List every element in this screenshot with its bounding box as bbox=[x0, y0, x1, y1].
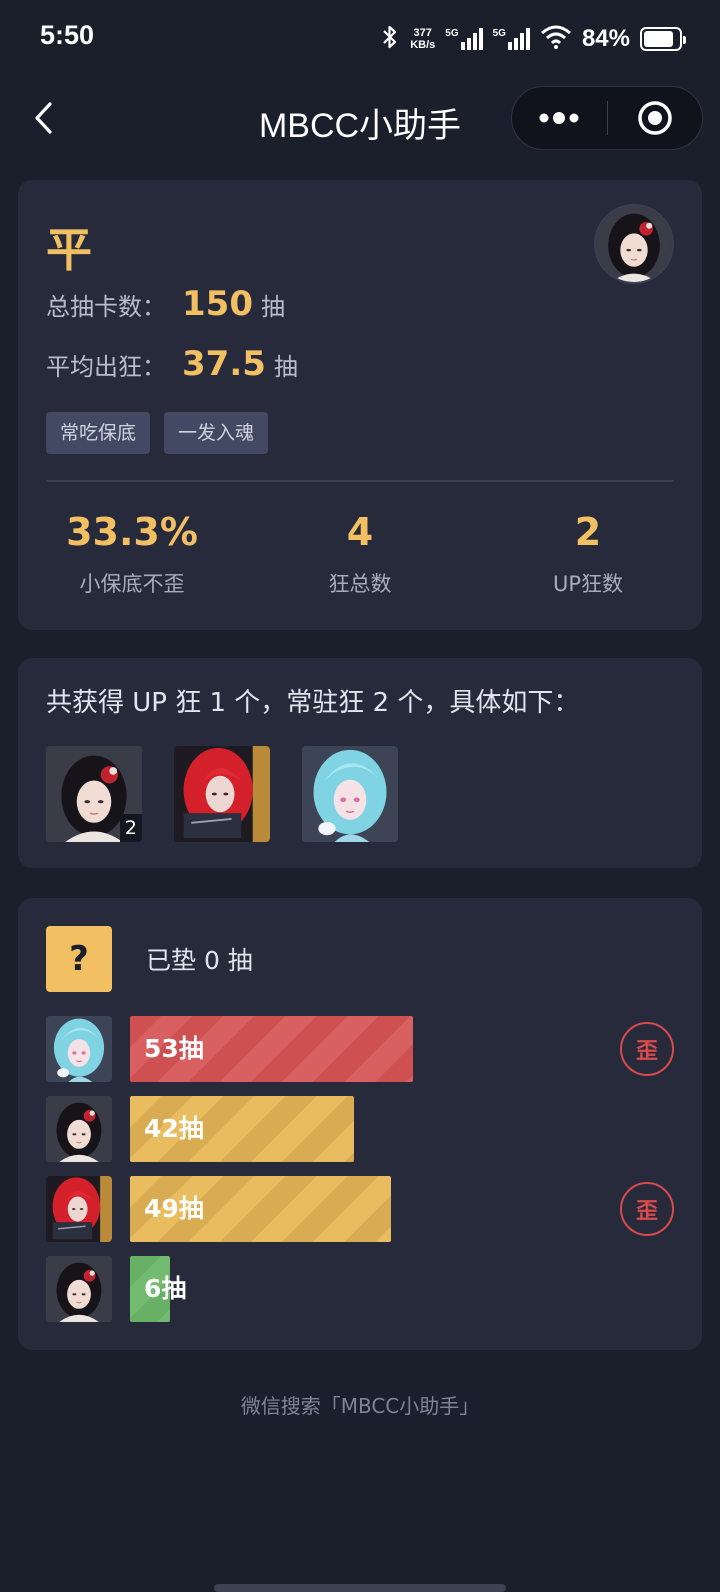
metric-label: UP狂数 bbox=[552, 572, 624, 596]
pending-pulls-text: 已垫 0 抽 bbox=[146, 946, 253, 975]
clock: 5:50 bbox=[40, 20, 95, 50]
pull-bar-label: 42抽 bbox=[144, 1114, 204, 1143]
pull-row[interactable]: 49抽 歪 bbox=[46, 1176, 674, 1242]
total-pulls-label: 总抽卡数： bbox=[46, 293, 166, 321]
character-thumb[interactable] bbox=[302, 746, 398, 842]
nav-bar: MBCC小助手 bbox=[0, 84, 720, 152]
total-pulls-row: 总抽卡数： 150 抽 bbox=[46, 284, 285, 324]
average-pulls-label: 平均出狂： bbox=[46, 353, 166, 381]
footer-hint: 微信搜索「MBCC小助手」 bbox=[240, 1394, 480, 1418]
status-icons: 377 KB/s 5G 5G 84% bbox=[380, 22, 686, 56]
character-thumb[interactable]: 2 bbox=[46, 746, 142, 842]
more-button[interactable] bbox=[512, 87, 607, 149]
pull-row[interactable]: 42抽 bbox=[46, 1096, 674, 1162]
target-circle-icon bbox=[638, 101, 672, 135]
average-pulls-unit: 抽 bbox=[273, 353, 298, 381]
portrait-image bbox=[46, 1016, 112, 1082]
metrics-row: 33.3% 小保底不歪 4 狂总数 2 UP狂数 bbox=[18, 510, 702, 598]
tag-chip: 一发入魂 bbox=[164, 412, 269, 454]
portrait-image bbox=[174, 746, 270, 842]
character-thumb[interactable] bbox=[174, 746, 270, 842]
portrait-image bbox=[46, 1176, 112, 1242]
duplicate-count-badge: 2 bbox=[119, 814, 142, 842]
battery-icon bbox=[640, 27, 686, 51]
pull-row[interactable]: 6抽 bbox=[46, 1256, 674, 1322]
character-thumbnails: 2 bbox=[46, 746, 398, 842]
average-pulls-value: 37.5 bbox=[182, 344, 266, 384]
pull-bar-label: 49抽 bbox=[144, 1194, 204, 1223]
pull-row[interactable]: 53抽 歪 bbox=[46, 1016, 674, 1082]
metric-no-off-rate: 33.3% 小保底不歪 bbox=[18, 510, 246, 598]
portrait-image bbox=[46, 1096, 112, 1162]
tag-chip: 常吃保底 bbox=[46, 412, 151, 454]
battery-percent: 84% bbox=[581, 25, 630, 52]
pull-bar-track: 42抽 bbox=[130, 1096, 610, 1162]
close-miniprogram-button[interactable] bbox=[608, 87, 703, 149]
rank-grade: 平 bbox=[46, 223, 92, 277]
metric-up-count: 2 UP狂数 bbox=[474, 510, 702, 598]
avatar[interactable] bbox=[594, 204, 674, 284]
status-bar: 5:50 377 KB/s 5G 5G 84% bbox=[0, 0, 720, 78]
metric-label: 狂总数 bbox=[328, 572, 392, 596]
miniprogram-capsule bbox=[511, 86, 703, 150]
metric-label: 小保底不歪 bbox=[79, 572, 185, 596]
pull-bar-label: 53抽 bbox=[144, 1034, 204, 1063]
network-speed: 377 KB/s bbox=[410, 27, 436, 51]
metric-value: 33.3% bbox=[66, 510, 198, 554]
tag-list: 常吃保底 一发入魂 bbox=[46, 412, 269, 454]
obtained-summary: 共获得 UP 狂 1 个，常驻狂 2 个，具体如下： bbox=[46, 688, 580, 718]
pull-bar-label: 6抽 bbox=[144, 1274, 187, 1303]
pull-avatar bbox=[46, 1016, 112, 1082]
pull-avatar bbox=[46, 1256, 112, 1322]
total-pulls-value: 150 bbox=[182, 284, 253, 324]
signal-1-icon: 5G bbox=[445, 28, 483, 50]
portrait-image bbox=[46, 1256, 112, 1322]
pull-history-card: ? 已垫 0 抽 53抽 歪 42抽 49抽 歪 6抽 bbox=[18, 898, 702, 1350]
total-pulls-unit: 抽 bbox=[260, 293, 285, 321]
pull-avatar bbox=[46, 1096, 112, 1162]
pull-bar-track: 6抽 bbox=[130, 1256, 610, 1322]
unknown-character-icon: ? bbox=[46, 926, 112, 992]
signal-2-icon: 5G bbox=[493, 28, 530, 50]
metric-value: 4 bbox=[346, 510, 374, 554]
avatar-portrait bbox=[596, 206, 672, 282]
pull-bar-track: 53抽 bbox=[130, 1016, 610, 1082]
bluetooth-icon bbox=[380, 24, 400, 54]
pending-row: ? 已垫 0 抽 bbox=[46, 926, 253, 992]
portrait-image bbox=[302, 746, 398, 842]
pull-avatar bbox=[46, 1176, 112, 1242]
average-pulls-row: 平均出狂： 37.5 抽 bbox=[46, 344, 298, 384]
pull-bar-track: 49抽 bbox=[130, 1176, 610, 1242]
obtained-card: 共获得 UP 狂 1 个，常驻狂 2 个，具体如下： 2 bbox=[18, 658, 702, 868]
off-banner-badge: 歪 bbox=[620, 1022, 674, 1076]
metric-value: 2 bbox=[574, 510, 602, 554]
off-banner-badge: 歪 bbox=[620, 1182, 674, 1236]
more-dots-icon bbox=[539, 112, 579, 124]
divider bbox=[46, 480, 674, 482]
wifi-icon bbox=[540, 25, 572, 53]
metric-total-count: 4 狂总数 bbox=[246, 510, 474, 598]
overview-card: 平 总抽卡数： 150 抽 平均出狂： 37.5 抽 常吃保底 一发入魂 33.… bbox=[18, 180, 702, 630]
home-indicator[interactable] bbox=[214, 1584, 506, 1592]
